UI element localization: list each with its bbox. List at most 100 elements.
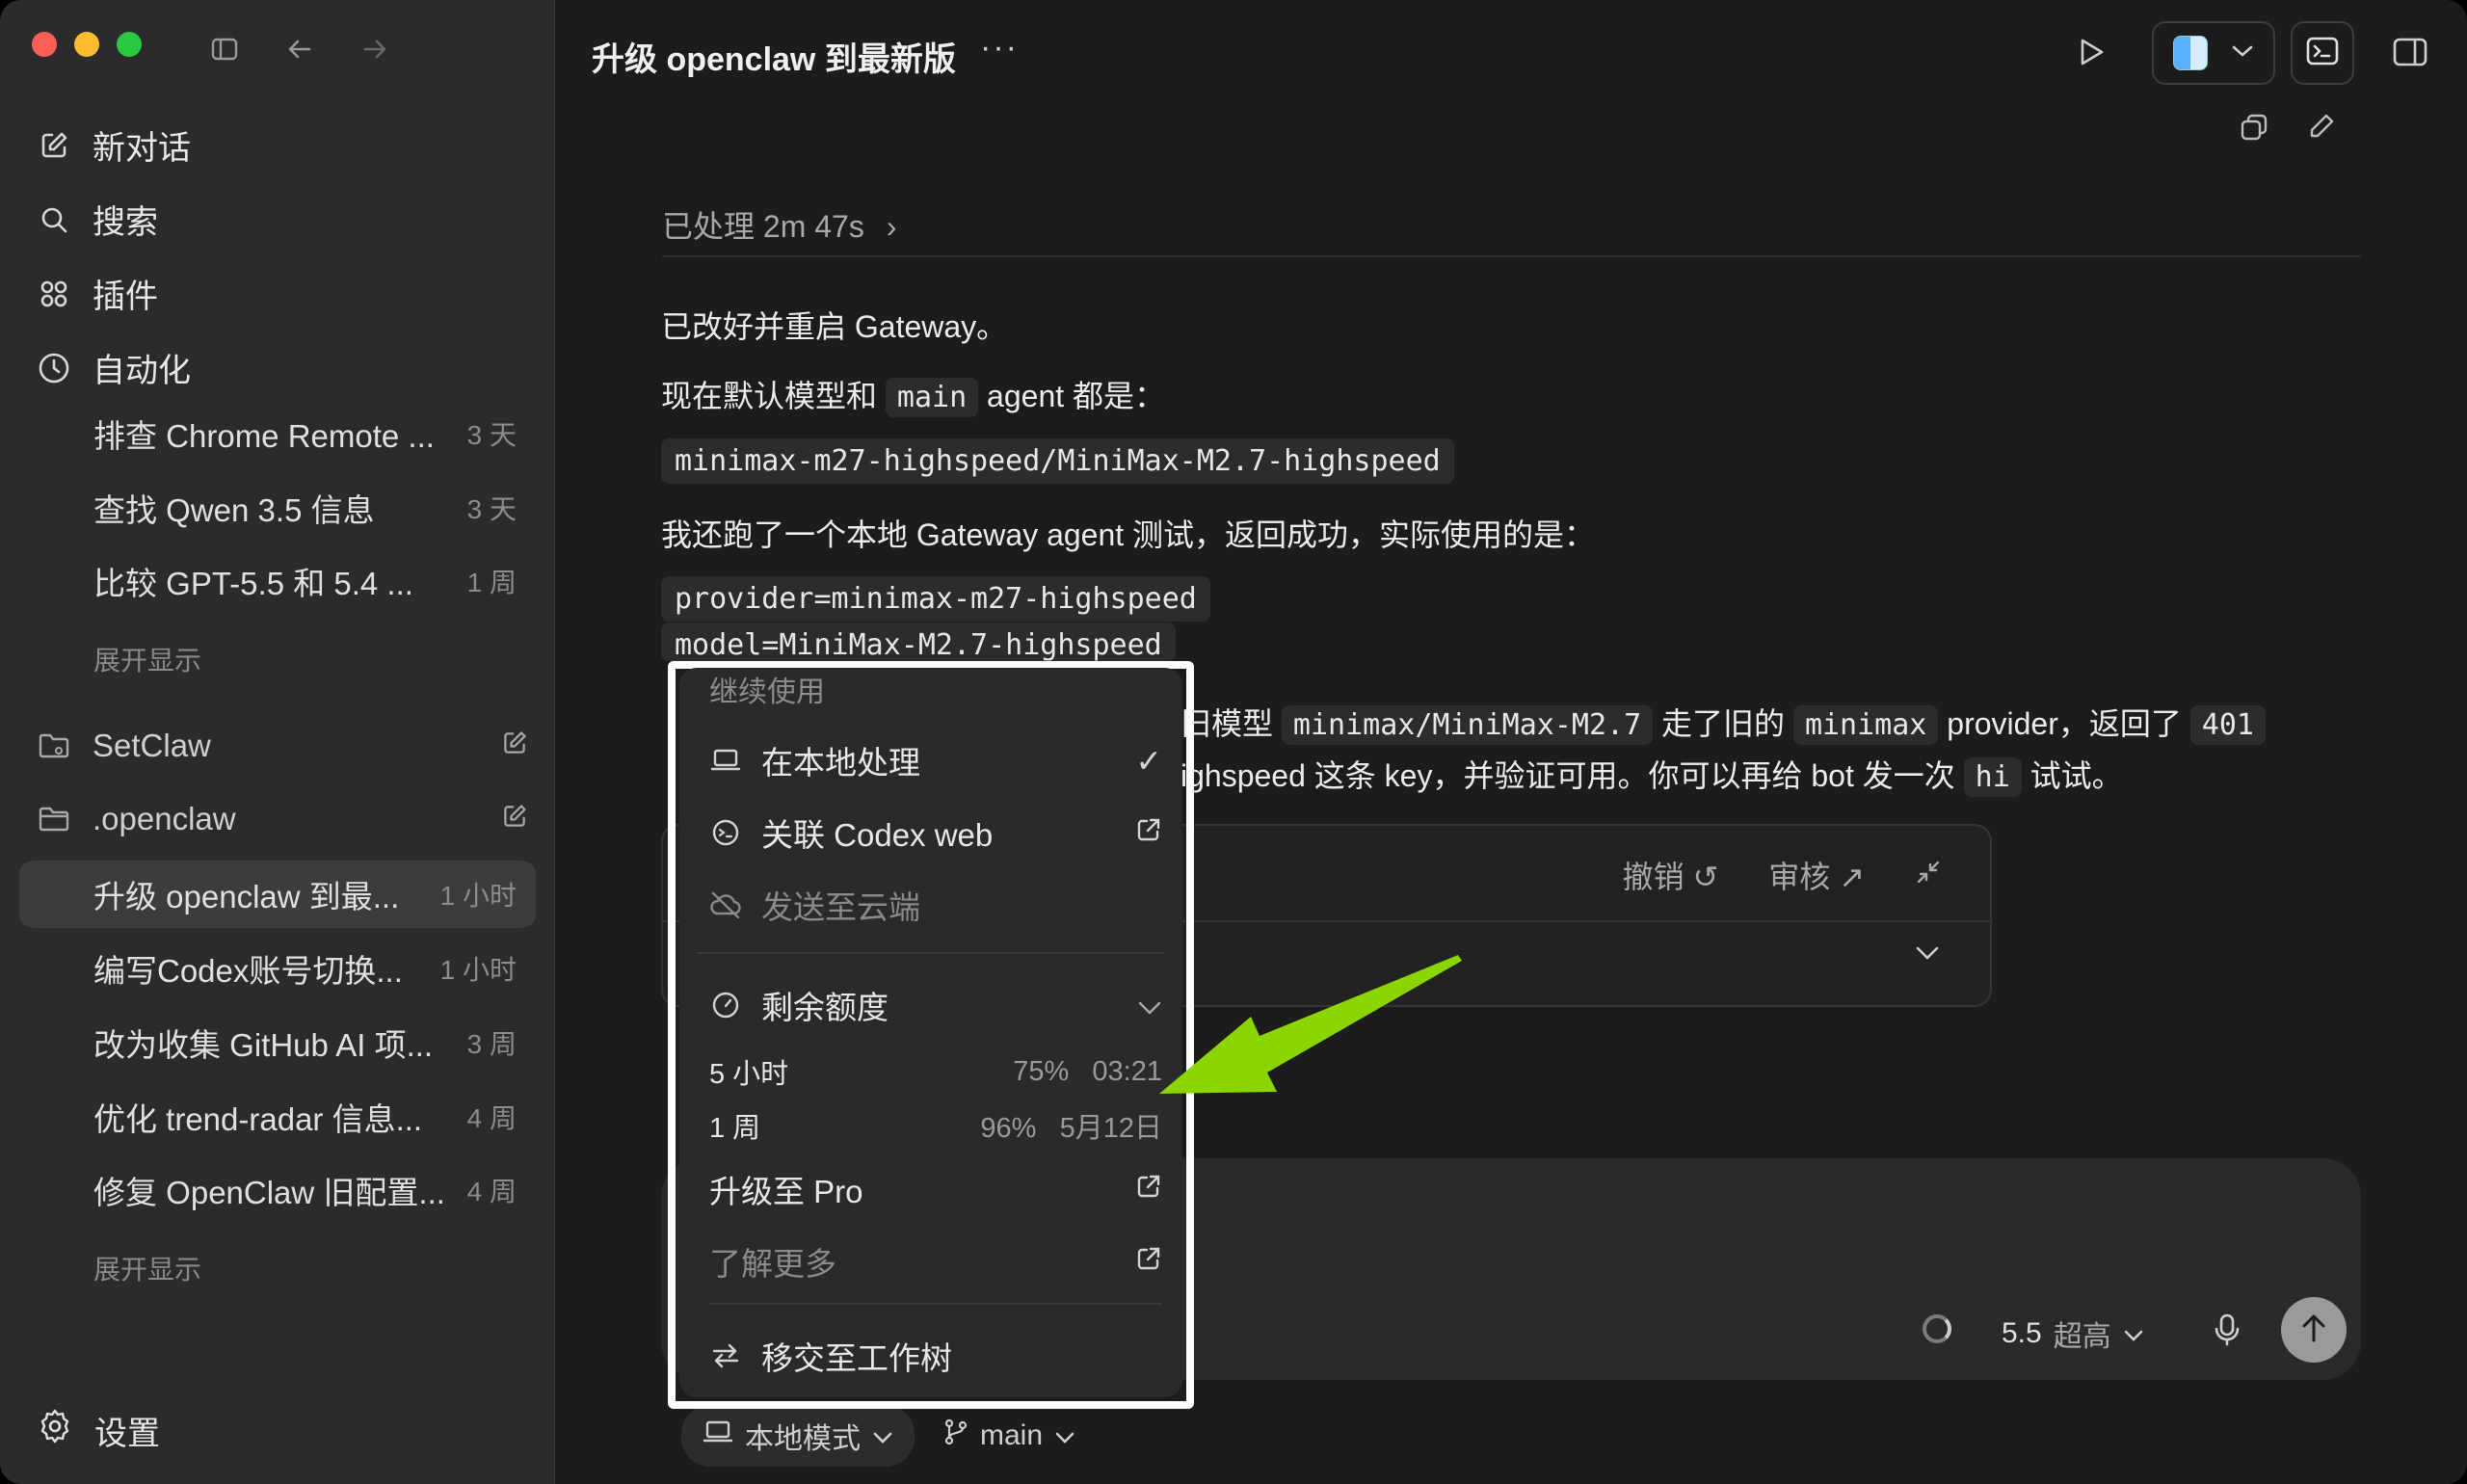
- text-span: 试试。: [2029, 758, 2123, 793]
- review-label: 审核: [1768, 860, 1831, 894]
- new-thread-icon[interactable]: [501, 728, 528, 764]
- finder-icon: [2173, 36, 2208, 70]
- zoom-window-button[interactable]: [117, 32, 142, 57]
- processed-status[interactable]: 已处理 2m 47s ›: [662, 202, 896, 247]
- message-line: ighspeed 这条 key，并验证可用。你可以再给 bot 发一次 hi 试…: [1180, 752, 2123, 797]
- nav-label-search: 搜索: [93, 204, 158, 241]
- minimize-window-button[interactable]: [74, 32, 99, 57]
- chevron-down-icon: [2231, 43, 2254, 64]
- inline-code: minimax/MiniMax-M2.7: [1281, 705, 1654, 745]
- quota-percent: 96%: [980, 1113, 1037, 1144]
- processed-label: 已处理 2m 47s: [662, 209, 864, 244]
- back-arrow-icon[interactable]: [283, 33, 316, 66]
- laptop-icon: [709, 744, 742, 777]
- menu-item-local[interactable]: 在本地处理 ✓: [709, 737, 1162, 783]
- thread-time: 4 周: [466, 1177, 517, 1206]
- show-more-button[interactable]: 展开显示: [93, 640, 201, 678]
- review-button[interactable]: 审核 ↗: [1768, 853, 1865, 897]
- thread-item[interactable]: 改为收集 GitHub AI 项... 3 周: [19, 1009, 536, 1076]
- divider: [697, 952, 1165, 954]
- chevron-down-icon: [2123, 1317, 2144, 1350]
- open-in-app-dropdown[interactable]: [2152, 21, 2275, 85]
- model-selector[interactable]: 5.5 超高: [2002, 1312, 2144, 1355]
- annotation-arrow-icon: [1159, 955, 1462, 1094]
- external-link-icon: [1135, 814, 1162, 851]
- new-chat-button[interactable]: 新对话: [37, 121, 191, 169]
- copy-icon[interactable]: [2239, 112, 2269, 147]
- plugins-button[interactable]: 插件: [37, 270, 158, 317]
- thread-time: 1 小时: [439, 955, 517, 985]
- thread-item[interactable]: 修复 OpenClaw 旧配置... 4 周: [19, 1156, 536, 1224]
- message-line: 现在默认模型和 main agent 都是：: [661, 372, 1166, 417]
- text-span: agent 都是：: [987, 379, 1166, 413]
- quota-window: 5 小时: [709, 1059, 789, 1090]
- project-label: SetClaw: [93, 728, 211, 763]
- search-button[interactable]: 搜索: [37, 196, 158, 243]
- quota-row: 5 小时 75% 03:21: [709, 1051, 1162, 1092]
- edit-icon[interactable]: [2307, 112, 2336, 146]
- text-span: 走了旧的: [1661, 706, 1786, 741]
- quota-toggle[interactable]: 剩余额度: [709, 982, 1162, 1028]
- forward-arrow-icon[interactable]: [358, 33, 391, 66]
- sidebar-toggle-icon[interactable]: [208, 33, 241, 66]
- settings-button[interactable]: 设置: [37, 1407, 160, 1454]
- codex-icon: [709, 816, 742, 849]
- project-setclaw[interactable]: SetClaw: [37, 728, 528, 764]
- recent-item[interactable]: 比较 GPT-5.5 和 5.4 ... 1 周: [19, 547, 536, 615]
- checkmark-icon: ✓: [1135, 742, 1162, 779]
- settings-label: 设置: [94, 1416, 160, 1452]
- divider: [662, 255, 2361, 257]
- quota-values: 96% 5月12日: [980, 1105, 1162, 1146]
- chevron-down-icon: [1054, 1419, 1075, 1452]
- collapse-icon[interactable]: [1915, 858, 1942, 893]
- branch-dropdown[interactable]: main: [943, 1418, 1075, 1454]
- learn-more-link[interactable]: 了解更多: [709, 1238, 1162, 1285]
- branch-label: main: [980, 1419, 1044, 1451]
- recent-item-time: 3 天: [466, 494, 517, 524]
- recent-item-time: 1 周: [466, 568, 517, 597]
- recent-item[interactable]: 排查 Chrome Remote ... 3 天: [19, 400, 536, 467]
- automation-button[interactable]: 自动化: [37, 344, 191, 391]
- local-mode-dropdown[interactable]: 本地模式: [681, 1405, 915, 1467]
- code-line: model=MiniMax-M2.7-highspeed: [661, 623, 1176, 661]
- send-button[interactable]: [2281, 1297, 2347, 1363]
- message-line: 我还跑了一个本地 Gateway agent 测试，返回成功，实际使用的是：: [661, 517, 1596, 552]
- side-panel-icon[interactable]: [2393, 37, 2427, 72]
- thread-item-active[interactable]: 升级 openclaw 到最... 1 小时: [19, 861, 536, 928]
- menu-item-label: 升级至 Pro: [709, 1174, 863, 1209]
- chevron-down-icon: [872, 1419, 893, 1452]
- thread-item[interactable]: 编写Codex账号切换... 1 小时: [19, 935, 536, 1002]
- menu-item-codex-web[interactable]: 关联 Codex web: [709, 809, 1162, 856]
- recent-item[interactable]: 查找 Qwen 3.5 信息 3 天: [19, 474, 536, 542]
- thread-time: 4 周: [466, 1103, 517, 1133]
- microphone-icon[interactable]: [2214, 1312, 2241, 1352]
- play-icon[interactable]: [2077, 37, 2106, 72]
- handoff-worktree-button[interactable]: 移交至工作树: [709, 1333, 1162, 1379]
- compose-icon: [37, 128, 71, 163]
- upgrade-pro-link[interactable]: 升级至 Pro: [709, 1166, 1162, 1212]
- undo-button[interactable]: 撤销 ↺: [1623, 853, 1719, 897]
- close-window-button[interactable]: [32, 32, 57, 57]
- menu-item-label: 了解更多: [709, 1246, 836, 1282]
- search-icon: [37, 202, 71, 237]
- new-thread-icon[interactable]: [501, 801, 528, 837]
- show-more-button[interactable]: 展开显示: [93, 1249, 201, 1287]
- terminal-button[interactable]: [2291, 21, 2354, 85]
- more-options-button[interactable]: ···: [980, 29, 1019, 66]
- chevron-down-icon[interactable]: [1915, 945, 1940, 966]
- review-actions: 撤销 ↺ 审核 ↗: [1623, 853, 1942, 897]
- message-line: 旧模型 minimax/MiniMax-M2.7 走了旧的 minimax pr…: [1180, 700, 2266, 745]
- project-openclaw[interactable]: .openclaw: [37, 801, 528, 837]
- thread-title: 升级 openclaw 到最...: [93, 879, 400, 914]
- menu-item-cloud[interactable]: 发送至云端: [709, 882, 1162, 928]
- mode-label: 本地模式: [745, 1423, 861, 1455]
- thread-title: 编写Codex账号切换...: [93, 953, 403, 989]
- thread-item[interactable]: 优化 trend-radar 信息... 4 周: [19, 1083, 536, 1151]
- menu-header: 继续使用: [709, 676, 825, 708]
- window-controls: [32, 32, 142, 57]
- code-line: minimax-m27-highspeed/MiniMax-M2.7-highs…: [661, 438, 1454, 484]
- quota-percent: 75%: [1013, 1055, 1070, 1087]
- nav-label-plugins: 插件: [93, 278, 158, 315]
- recent-item-title: 排查 Chrome Remote ...: [93, 418, 435, 454]
- thread-title: 优化 trend-radar 信息...: [93, 1101, 423, 1137]
